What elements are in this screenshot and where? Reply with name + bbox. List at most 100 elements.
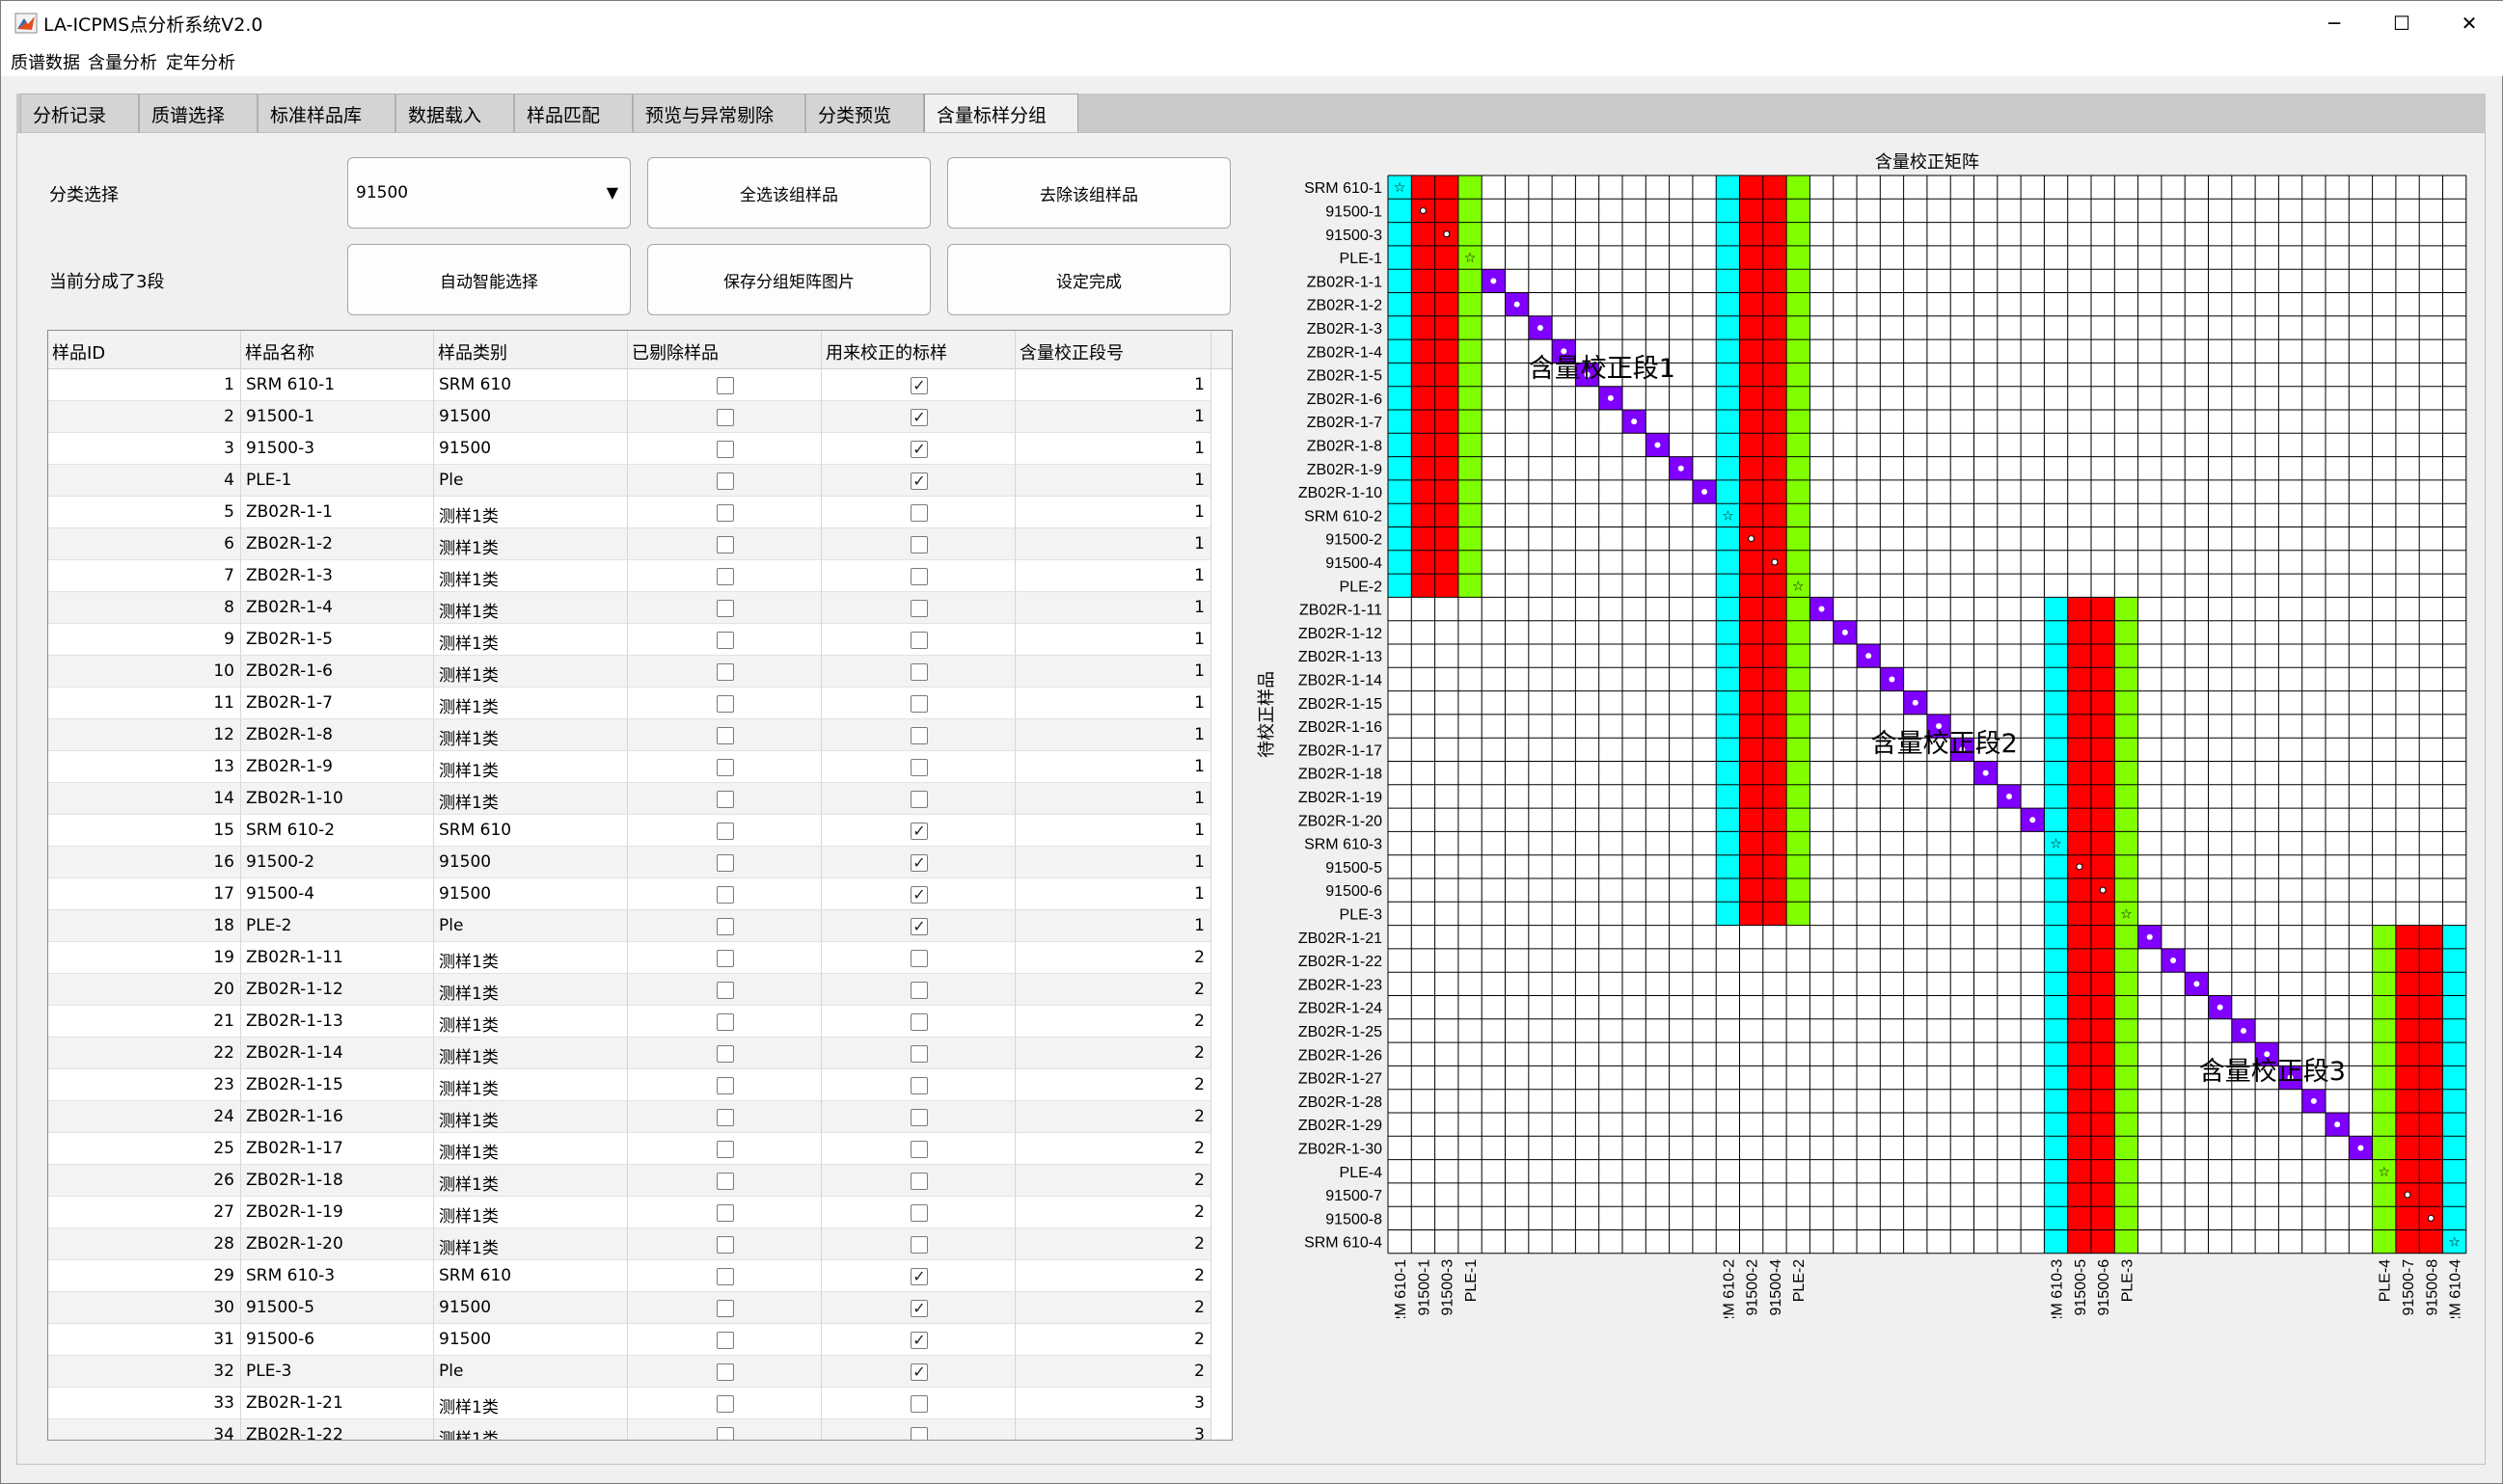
calibration-checkbox[interactable] (911, 695, 928, 713)
table-row[interactable]: 16 91500-2 91500 ✓ 1 (48, 847, 1211, 878)
table-row[interactable]: 7 ZB02R-1-3 测样1类 1 (48, 560, 1211, 592)
removed-checkbox[interactable] (717, 1109, 734, 1126)
table-row[interactable]: 8 ZB02R-1-4 测样1类 1 (48, 592, 1211, 624)
table-row[interactable]: 3 91500-3 91500 ✓ 1 (48, 433, 1211, 465)
calibration-checkbox[interactable]: ✓ (911, 886, 928, 904)
table-row[interactable]: 26 ZB02R-1-18 测样1类 2 (48, 1165, 1211, 1197)
close-button[interactable]: ✕ (2436, 1, 2502, 45)
calibration-checkbox[interactable] (911, 1395, 928, 1413)
calibration-checkbox[interactable] (911, 1236, 928, 1254)
removed-checkbox[interactable] (717, 1427, 734, 1440)
calibration-checkbox[interactable] (911, 1173, 928, 1190)
menu-content-analysis[interactable]: 含量分析 (88, 49, 157, 74)
calibration-checkbox[interactable] (911, 1141, 928, 1158)
calibration-checkbox[interactable] (911, 759, 928, 776)
calibration-checkbox[interactable]: ✓ (911, 377, 928, 394)
removed-checkbox[interactable] (717, 727, 734, 744)
removed-checkbox[interactable] (717, 663, 734, 681)
table-row[interactable]: 6 ZB02R-1-2 测样1类 1 (48, 528, 1211, 560)
table-row[interactable]: 18 PLE-2 Ple ✓ 1 (48, 910, 1211, 942)
calibration-checkbox[interactable] (911, 504, 928, 522)
removed-checkbox[interactable] (717, 1363, 734, 1381)
menu-mass-spec-data[interactable]: 质谱数据 (11, 49, 80, 74)
calibration-checkbox[interactable] (911, 1427, 928, 1440)
auto-select-button[interactable]: 自动智能选择 (347, 244, 631, 315)
removed-checkbox[interactable] (717, 1141, 734, 1158)
removed-checkbox[interactable] (717, 854, 734, 872)
tab-preview-outlier[interactable]: 预览与异常剔除 (633, 94, 805, 132)
calibration-checkbox[interactable]: ✓ (911, 823, 928, 840)
removed-checkbox[interactable] (717, 1077, 734, 1094)
remove-group-button[interactable]: 去除该组样品 (947, 157, 1231, 229)
removed-checkbox[interactable] (717, 600, 734, 617)
col-header-id[interactable]: 样品ID (48, 331, 241, 369)
class-dropdown[interactable]: 91500 ▼ (347, 157, 631, 229)
save-matrix-image-button[interactable]: 保存分组矩阵图片 (647, 244, 931, 315)
calibration-checkbox[interactable] (911, 568, 928, 585)
calibration-checkbox[interactable] (911, 1077, 928, 1094)
table-row[interactable]: 31 91500-6 91500 ✓ 2 (48, 1324, 1211, 1356)
calibration-checkbox[interactable]: ✓ (911, 1300, 928, 1317)
calibration-checkbox[interactable] (911, 727, 928, 744)
tab-standard-library[interactable]: 标准样品库 (258, 94, 395, 132)
table-row[interactable]: 4 PLE-1 Ple ✓ 1 (48, 465, 1211, 497)
col-header-removed[interactable]: 已剔除样品 (628, 331, 822, 369)
removed-checkbox[interactable] (717, 823, 734, 840)
table-row[interactable]: 11 ZB02R-1-7 测样1类 1 (48, 688, 1211, 719)
col-header-calibration-std[interactable]: 用来校正的标样 (822, 331, 1016, 369)
col-header-name[interactable]: 样品名称 (241, 331, 434, 369)
table-row[interactable]: 20 ZB02R-1-12 测样1类 2 (48, 974, 1211, 1006)
tab-content-standard-group[interactable]: 含量标样分组 (924, 94, 1078, 134)
removed-checkbox[interactable] (717, 1332, 734, 1349)
table-row[interactable]: 13 ZB02R-1-9 测样1类 1 (48, 751, 1211, 783)
table-row[interactable]: 19 ZB02R-1-11 测样1类 2 (48, 942, 1211, 974)
removed-checkbox[interactable] (717, 409, 734, 426)
table-row[interactable]: 17 91500-4 91500 ✓ 1 (48, 878, 1211, 910)
table-row[interactable]: 25 ZB02R-1-17 测样1类 2 (48, 1133, 1211, 1165)
removed-checkbox[interactable] (717, 886, 734, 904)
removed-checkbox[interactable] (717, 568, 734, 585)
removed-checkbox[interactable] (717, 1045, 734, 1063)
table-row[interactable]: 32 PLE-3 Ple ✓ 2 (48, 1356, 1211, 1388)
calibration-checkbox[interactable] (911, 536, 928, 553)
table-row[interactable]: 21 ZB02R-1-13 测样1类 2 (48, 1006, 1211, 1038)
removed-checkbox[interactable] (717, 472, 734, 490)
table-row[interactable]: 33 ZB02R-1-21 测样1类 3 (48, 1388, 1211, 1419)
finish-button[interactable]: 设定完成 (947, 244, 1231, 315)
calibration-checkbox[interactable] (911, 600, 928, 617)
removed-checkbox[interactable] (717, 950, 734, 967)
table-row[interactable]: 10 ZB02R-1-6 测样1类 1 (48, 656, 1211, 688)
table-row[interactable]: 12 ZB02R-1-8 测样1类 1 (48, 719, 1211, 751)
table-row[interactable]: 24 ZB02R-1-16 测样1类 2 (48, 1101, 1211, 1133)
calibration-checkbox[interactable] (911, 1045, 928, 1063)
calibration-checkbox[interactable] (911, 1109, 928, 1126)
tab-sample-match[interactable]: 样品匹配 (514, 94, 633, 132)
calibration-checkbox[interactable] (911, 663, 928, 681)
table-row[interactable]: 14 ZB02R-1-10 测样1类 1 (48, 783, 1211, 815)
select-all-group-button[interactable]: 全选该组样品 (647, 157, 931, 229)
tab-class-preview[interactable]: 分类预览 (805, 94, 924, 132)
table-row[interactable]: 34 ZB02R-1-22 测样1类 3 (48, 1419, 1211, 1440)
removed-checkbox[interactable] (717, 1236, 734, 1254)
tab-data-load[interactable]: 数据载入 (395, 94, 514, 132)
table-row[interactable]: 9 ZB02R-1-5 测样1类 1 (48, 624, 1211, 656)
table-row[interactable]: 22 ZB02R-1-14 测样1类 2 (48, 1038, 1211, 1069)
tab-mass-spec-select[interactable]: 质谱选择 (139, 94, 258, 132)
removed-checkbox[interactable] (717, 918, 734, 935)
table-row[interactable]: 5 ZB02R-1-1 测样1类 1 (48, 497, 1211, 528)
removed-checkbox[interactable] (717, 791, 734, 808)
calibration-checkbox[interactable]: ✓ (911, 1268, 928, 1285)
calibration-checkbox[interactable] (911, 632, 928, 649)
minimize-button[interactable]: ─ (2301, 1, 2367, 45)
calibration-checkbox[interactable]: ✓ (911, 409, 928, 426)
removed-checkbox[interactable] (717, 982, 734, 999)
maximize-button[interactable]: ☐ (2369, 1, 2435, 45)
table-row[interactable]: 2 91500-1 91500 ✓ 1 (48, 401, 1211, 433)
removed-checkbox[interactable] (717, 441, 734, 458)
table-row[interactable]: 29 SRM 610-3 SRM 610 ✓ 2 (48, 1260, 1211, 1292)
table-row[interactable]: 1 SRM 610-1 SRM 610 ✓ 1 (48, 369, 1211, 401)
calibration-checkbox[interactable]: ✓ (911, 472, 928, 490)
removed-checkbox[interactable] (717, 695, 734, 713)
calibration-checkbox[interactable]: ✓ (911, 1332, 928, 1349)
table-row[interactable]: 15 SRM 610-2 SRM 610 ✓ 1 (48, 815, 1211, 847)
